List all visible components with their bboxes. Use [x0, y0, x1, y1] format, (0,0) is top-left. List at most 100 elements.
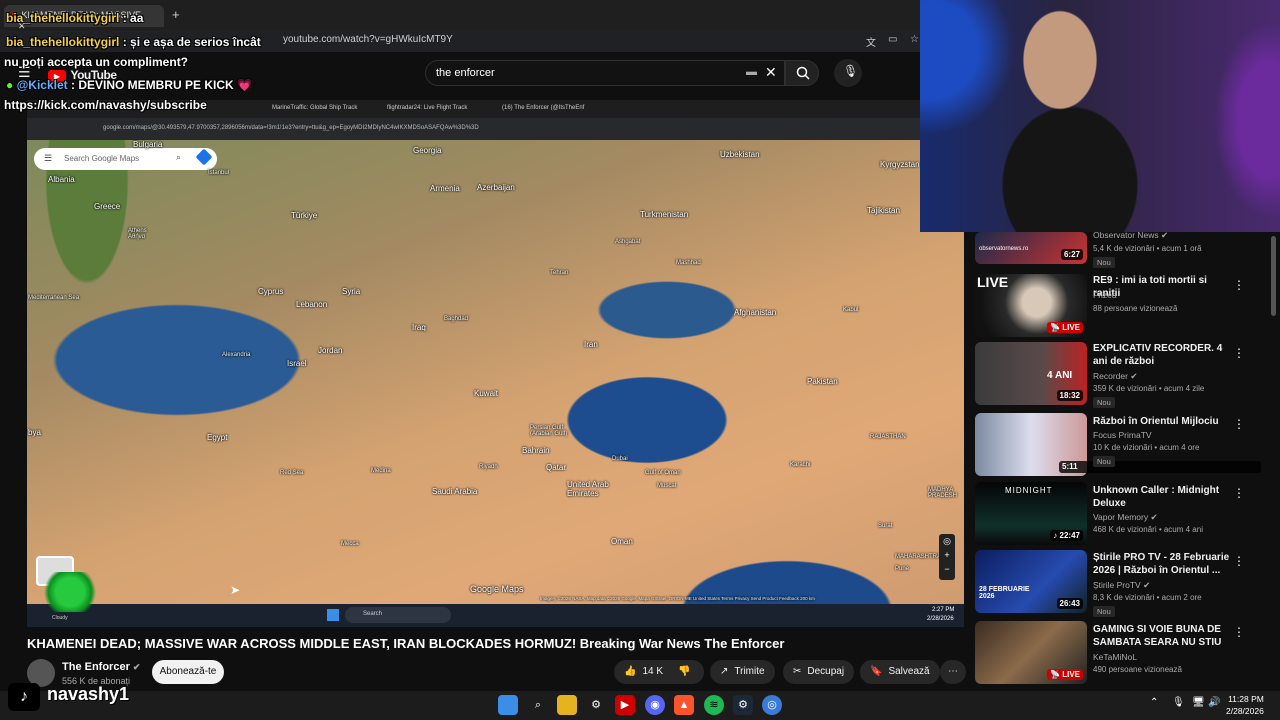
share-button[interactable]: ↗ Trimite — [710, 660, 775, 684]
directions-icon[interactable] — [195, 148, 213, 166]
subscribe-button[interactable]: Abonează-te — [152, 660, 224, 684]
more-options-icon[interactable]: ⋮ — [1233, 486, 1245, 500]
tray-network-icon[interactable]: 🖥 — [1192, 697, 1205, 708]
map-zoom-controls[interactable]: ◎ + − — [939, 534, 955, 580]
video-thumbnail[interactable]: 28 FEBRUARIE 2026 26:43 — [975, 550, 1087, 613]
more-options-icon[interactable]: ⋮ — [1233, 417, 1245, 431]
more-options-icon[interactable]: ⋮ — [1233, 346, 1245, 360]
inner-tab[interactable]: MarineTraffic: Global Ship Track — [272, 105, 357, 111]
recommendation-item[interactable]: 5:11 Război în Orientul Mijlociu Focus P… — [975, 413, 1265, 477]
search-input-box[interactable]: the enforcer ▬ ✕ — [425, 60, 785, 86]
search-button[interactable] — [785, 60, 819, 86]
inner-tab[interactable]: (16) The Enforcer (@ItsTheEnf — [502, 105, 584, 111]
rec-title[interactable]: GAMING SI VOIE BUNA DE SAMBATA SEARA NU … — [1093, 623, 1233, 650]
thumbnail-overlay-text: observatornews.ro — [979, 246, 1029, 252]
map-label: Persian Gulf (Arabian Gulf) — [530, 425, 568, 437]
map-label: Alexandria — [222, 352, 251, 358]
google-maps-search[interactable]: ☰ Search Google Maps ⌕ — [34, 148, 217, 170]
chat-username: bia_thehellokittygirl — [6, 11, 120, 25]
new-badge: Nou — [1093, 257, 1115, 268]
more-options-icon[interactable]: ⋮ — [1233, 278, 1245, 292]
locate-icon[interactable]: ◎ — [939, 534, 955, 548]
rec-channel[interactable]: Focus PrimaTV — [1093, 430, 1152, 440]
clock-time: 11:28 PM — [1228, 694, 1264, 704]
app-icon[interactable]: ◎ — [762, 695, 782, 715]
discord-icon[interactable]: ◉ — [645, 695, 665, 715]
maps-search-icon[interactable]: ⌕ — [176, 152, 181, 163]
map-label: Azerbaijan — [477, 183, 515, 192]
map-label: Riyadh — [479, 464, 498, 470]
zoom-out-icon[interactable]: − — [939, 562, 955, 576]
inner-tab[interactable]: flightradar24: Live Flight Track — [387, 105, 467, 111]
tray-volume-icon[interactable]: 🔊 — [1208, 697, 1220, 708]
recommendation-item[interactable]: LIVE 📡 LIVE RE9 : imi ia toti mortii si … — [975, 274, 1265, 338]
search-icon — [796, 66, 810, 80]
satellite-map[interactable] — [27, 140, 964, 604]
recommendation-item[interactable]: observatornews.ro 6:27 Observator News ✔… — [975, 230, 1265, 268]
chat-text: https://kick.com/navashy/subscribe — [4, 98, 207, 112]
thumbs-down-icon: 👎 — [678, 666, 691, 677]
map-label: Karachi — [790, 462, 811, 468]
steam-icon[interactable]: ⚙ — [733, 695, 753, 715]
rec-channel[interactable]: Frizea — [1093, 290, 1117, 300]
bookmark-icon[interactable]: ☆ — [910, 34, 919, 45]
clock-date: 2/28/2026 — [1226, 706, 1264, 716]
rec-channel[interactable]: Vapor Memory ✔ — [1093, 512, 1158, 523]
clip-button[interactable]: ✂ Decupaj — [783, 660, 855, 684]
video-thumbnail[interactable]: MIDNIGHT ♪ 22:47 — [975, 482, 1087, 545]
more-options-icon[interactable]: ⋮ — [1233, 554, 1245, 568]
more-options-icon[interactable]: ⋮ — [1233, 625, 1245, 639]
url-text[interactable]: youtube.com/watch?v=gHWkuIcMT9Y — [283, 34, 453, 45]
more-actions-button[interactable]: ⋯ — [940, 660, 966, 684]
map-label: Red Sea — [280, 470, 304, 476]
windows-start-icon[interactable] — [498, 695, 518, 715]
search-input[interactable]: the enforcer — [436, 67, 495, 79]
tray-mic-icon[interactable]: 🎙 — [1172, 697, 1185, 708]
zoom-in-icon[interactable]: + — [939, 548, 955, 562]
video-thumbnail[interactable]: 📡 LIVE — [975, 621, 1087, 684]
translate-icon[interactable]: 文 — [866, 34, 876, 49]
video-thumbnail[interactable]: observatornews.ro 6:27 — [975, 232, 1087, 264]
chat-message: nu poți accepta un compliment? — [4, 55, 188, 69]
recommendation-item[interactable]: 4 ANI 18:32 EXPLICATIV RECORDER. 4 ani d… — [975, 342, 1265, 408]
spotify-icon[interactable]: ≋ — [704, 695, 724, 715]
chat-message: ● @Kicklet : DEVINO MEMBRU PE KICK 💗 — [6, 78, 252, 92]
video-thumbnail[interactable]: 4 ANI 18:32 — [975, 342, 1087, 405]
tray-chevron-icon[interactable]: ⌃ — [1150, 697, 1158, 708]
media-player-icon[interactable]: ▶ — [615, 695, 635, 715]
channel-name[interactable]: The Enforcer ✔ — [62, 661, 140, 673]
rec-title[interactable]: Unknown Caller : Midnight Deluxe — [1093, 484, 1233, 510]
new-tab-icon[interactable]: + — [172, 7, 180, 22]
rec-channel[interactable]: Recorder ✔ — [1093, 371, 1137, 382]
settings-icon[interactable]: ⚙ — [586, 695, 606, 715]
chat-message: bia_thehellokittygirl : și e așa de seri… — [6, 35, 261, 49]
brave-browser-icon[interactable]: ▲ — [674, 695, 694, 715]
rec-title[interactable]: EXPLICATIV RECORDER. 4 ani de război — [1093, 342, 1233, 368]
rec-title[interactable]: Știrile PRO TV - 28 Februarie 2026 | Răz… — [1093, 551, 1233, 577]
video-thumbnail[interactable]: LIVE 📡 LIVE — [975, 274, 1087, 337]
microphone-icon: 🎙 — [843, 64, 859, 78]
like-button[interactable]: 👍 14 K — [614, 660, 668, 684]
chat-username: @Kicklet — [16, 78, 68, 92]
map-label: Saudi Arabia — [432, 487, 478, 496]
keyboard-icon[interactable]: ▬ — [746, 66, 757, 78]
file-explorer-icon[interactable] — [557, 695, 577, 715]
dislike-button[interactable]: 👎 — [668, 660, 704, 684]
taskbar-clock[interactable]: 11:28 PM 2/28/2026 — [1226, 693, 1264, 717]
save-button[interactable]: 🔖 Salvează — [860, 660, 940, 684]
map-label: Jordan — [318, 346, 343, 355]
recommendation-item[interactable]: MIDNIGHT ♪ 22:47 Unknown Caller : Midnig… — [975, 482, 1265, 546]
rec-channel-name: Vapor Memory — [1093, 512, 1149, 522]
rec-title[interactable]: Război în Orientul Mijlociu — [1093, 415, 1233, 428]
maps-menu-icon[interactable]: ☰ — [44, 153, 52, 164]
recommendation-item[interactable]: 📡 LIVE GAMING SI VOIE BUNA DE SAMBATA SE… — [975, 621, 1265, 685]
sidebar-scrollbar[interactable] — [1271, 236, 1276, 316]
kick-verified-icon: ● — [6, 78, 14, 92]
rec-channel[interactable]: Știrile ProTV ✔ — [1093, 580, 1150, 591]
clear-search-icon[interactable]: ✕ — [765, 64, 777, 81]
rec-channel[interactable]: KeTaMiNoL — [1093, 652, 1137, 662]
taskbar-search-icon[interactable]: ⌕ — [528, 695, 548, 715]
cast-icon[interactable]: ▭ — [888, 34, 897, 45]
voice-search-button[interactable]: 🎙 — [834, 59, 862, 87]
recommendation-item[interactable]: 28 FEBRUARIE 2026 26:43 Știrile PRO TV -… — [975, 550, 1265, 617]
